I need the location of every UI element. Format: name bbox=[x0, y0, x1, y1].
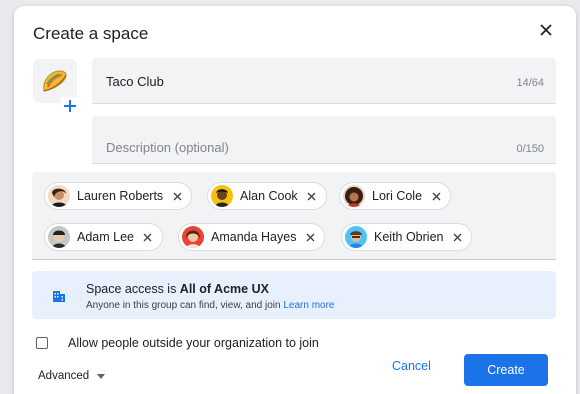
access-description: Anyone in this group can find, view, and… bbox=[86, 300, 335, 311]
member-chip: Alan Cook bbox=[207, 182, 327, 210]
remove-member-icon[interactable] bbox=[142, 231, 154, 243]
member-name: Keith Obrien bbox=[374, 230, 444, 244]
avatar bbox=[345, 226, 367, 248]
member-name: Amanda Hayes bbox=[211, 230, 297, 244]
member-name: Alan Cook bbox=[240, 189, 298, 203]
dialog-title: Create a space bbox=[33, 24, 149, 43]
access-summary: Space access is All of Acme UX bbox=[86, 282, 269, 296]
description-placeholder: Description (optional) bbox=[106, 140, 229, 155]
member-name: Lori Cole bbox=[372, 189, 423, 203]
create-space-dialog: Create a space Taco Club 14/64 Descripti… bbox=[14, 6, 576, 394]
member-name: Adam Lee bbox=[77, 230, 134, 244]
member-chip: Lori Cole bbox=[339, 182, 452, 210]
advanced-dropdown[interactable]: Advanced bbox=[38, 370, 106, 382]
member-chip: Amanda Hayes bbox=[178, 223, 326, 251]
building-icon bbox=[52, 289, 66, 308]
plus-icon[interactable] bbox=[61, 97, 79, 115]
external-access-label: Allow people outside your organization t… bbox=[68, 336, 319, 350]
avatar bbox=[48, 185, 70, 207]
create-button[interactable]: Create bbox=[464, 354, 548, 386]
remove-member-icon[interactable] bbox=[304, 231, 316, 243]
access-group: All of Acme UX bbox=[179, 282, 269, 296]
member-name: Lauren Roberts bbox=[77, 189, 164, 203]
external-access-row[interactable]: Allow people outside your organization t… bbox=[36, 336, 319, 350]
space-access-banner: Space access is All of Acme UX Anyone in… bbox=[32, 271, 556, 319]
member-chip: Adam Lee bbox=[44, 223, 163, 251]
member-chip: Lauren Roberts bbox=[44, 182, 193, 210]
external-access-checkbox[interactable] bbox=[36, 337, 48, 349]
advanced-label: Advanced bbox=[38, 370, 90, 382]
space-name-field[interactable]: Taco Club 14/64 bbox=[92, 58, 556, 104]
avatar bbox=[211, 185, 233, 207]
name-char-counter: 14/64 bbox=[516, 77, 544, 89]
learn-more-link[interactable]: Learn more bbox=[283, 300, 334, 311]
avatar bbox=[48, 226, 70, 248]
description-char-counter: 0/150 bbox=[516, 143, 544, 155]
remove-member-icon[interactable] bbox=[430, 190, 442, 202]
member-chip: Keith Obrien bbox=[341, 223, 473, 251]
remove-member-icon[interactable] bbox=[451, 231, 463, 243]
close-icon[interactable] bbox=[536, 20, 556, 40]
avatar bbox=[343, 185, 365, 207]
cancel-button[interactable]: Cancel bbox=[392, 359, 431, 373]
space-name-value: Taco Club bbox=[106, 74, 164, 89]
caret-down-icon bbox=[97, 373, 106, 379]
members-input[interactable]: Lauren Roberts Alan Cook Lori Cole Adam … bbox=[32, 172, 556, 260]
description-field[interactable]: Description (optional) 0/150 bbox=[92, 116, 556, 164]
remove-member-icon[interactable] bbox=[171, 190, 183, 202]
emoji-picker[interactable] bbox=[33, 59, 79, 117]
remove-member-icon[interactable] bbox=[306, 190, 318, 202]
avatar bbox=[182, 226, 204, 248]
